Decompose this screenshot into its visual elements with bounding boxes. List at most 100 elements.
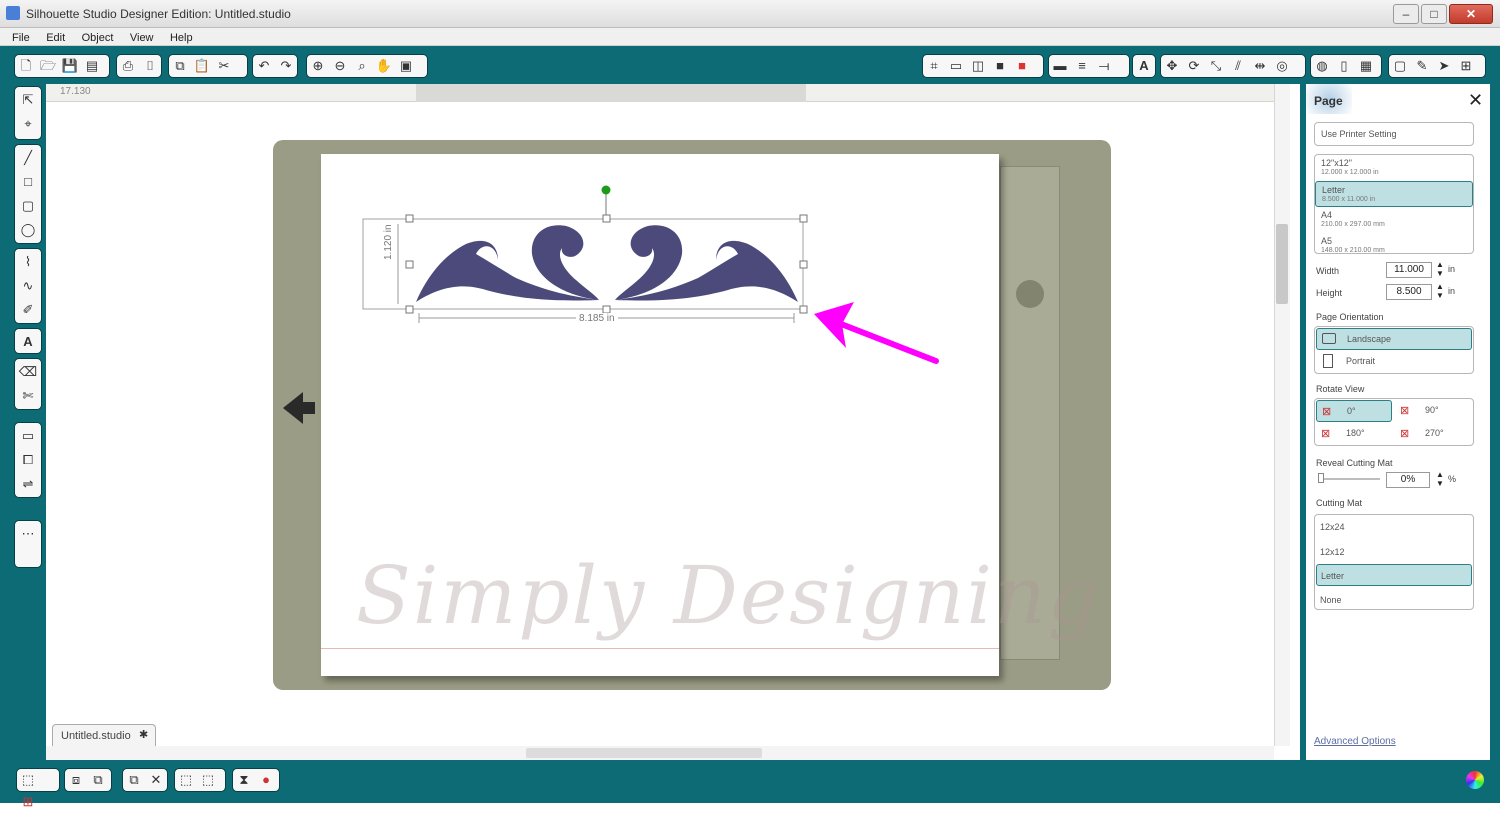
rotate-handle[interactable] [601,185,611,195]
minimize-button[interactable]: – [1393,4,1419,24]
text-tool-icon[interactable]: A [17,331,39,353]
resize-handle-l[interactable] [405,260,414,269]
release-compound-icon[interactable]: ⧉ [88,770,108,790]
page-panel-icon[interactable]: ▭ [17,425,39,447]
color-wheel-icon[interactable] [1466,771,1484,789]
scale-icon[interactable]: ⤡ [1206,56,1226,76]
panel-close-icon[interactable]: ✕ [1468,90,1483,111]
cut-send-icon[interactable]: ⌷ [140,56,160,76]
flourish-design[interactable] [416,225,798,302]
zoom-select-icon[interactable]: ⌕ [352,56,372,76]
cutting-mat-item[interactable]: 12x24 [1320,522,1345,532]
make-compound-icon[interactable]: ⧈ [66,770,86,790]
resize-handle-bl[interactable] [405,305,414,314]
width-input[interactable]: 11.000 [1386,262,1432,278]
pan-hand-icon[interactable]: ✋ [374,56,394,76]
page-setup-icon[interactable]: ▯ [1334,56,1354,76]
line-color-icon[interactable]: ▬ [1050,56,1070,76]
resize-handle-t[interactable] [602,214,611,223]
window-view-icon[interactable]: ◫ [968,56,988,76]
line-cap-icon[interactable]: ⟞ [1094,56,1114,76]
close-window-button[interactable]: ✕ [1449,4,1493,24]
polygon-tool-icon[interactable]: ⌇ [17,251,39,273]
menu-view[interactable]: View [130,29,154,47]
orientation-landscape-option[interactable]: Landscape [1316,328,1472,350]
copy-icon[interactable]: ⧉ [170,56,190,76]
fit-page-icon[interactable]: ▣ [396,56,416,76]
line-tool-icon[interactable]: ╱ [17,147,39,169]
advanced-options-link[interactable]: Advanced Options [1314,736,1396,747]
open-folder-icon[interactable]: 🗁 [38,56,58,76]
reveal-stepper-icon[interactable]: ▲ ▼ [1436,470,1444,488]
resize-handle-tr[interactable] [799,214,808,223]
undo-icon[interactable]: ↶ [254,56,274,76]
library-grid-icon[interactable]: ⊞ [1456,56,1476,76]
resize-handle-br[interactable] [799,305,808,314]
weld-icon[interactable]: ⧗ [234,770,254,790]
bring-forward-icon[interactable]: ⬚ [176,770,196,790]
resize-handle-r[interactable] [799,260,808,269]
resize-handle-b[interactable] [602,305,611,314]
knife-tool-icon[interactable]: ✄ [17,385,39,407]
orientation-portrait-option[interactable]: Portrait [1316,351,1472,373]
trace-icon[interactable]: ◍ [1312,56,1332,76]
design-store-icon[interactable]: ▢ [1390,56,1410,76]
reveal-mat-slider-thumb[interactable] [1318,473,1324,483]
paste-icon[interactable]: 📋 [192,56,212,76]
document-tab[interactable]: Untitled.studio ✱ [52,724,156,746]
fill-red-icon[interactable]: ■ [1012,56,1032,76]
cutting-mat-item[interactable]: None [1320,595,1342,605]
page-size-list[interactable]: 12"x12" 12.000 x 12.000 in Letter 8.500 … [1314,154,1474,254]
curve-tool-icon[interactable]: ∿ [17,275,39,297]
send-backward-icon[interactable]: ⬚ [198,770,218,790]
page-size-item[interactable]: A5 148.00 x 210.00 mm [1315,233,1473,254]
horizontal-scroll-thumb[interactable] [526,748,762,758]
rotate-icon[interactable]: ⟳ [1184,56,1204,76]
duplicate-icon[interactable]: ⧉ [124,770,144,790]
fill-black-icon[interactable]: ■ [990,56,1010,76]
shear-icon[interactable]: ⫽ [1228,56,1248,76]
reveal-mat-slider[interactable] [1320,478,1380,480]
ungroup-icon[interactable]: ⊞ [18,792,38,812]
rotate-90-option[interactable]: ⊠ 90° [1395,400,1471,422]
maximize-button[interactable]: □ [1421,4,1447,24]
canvas-area[interactable]: 17.130 Simply Designing 8.185 in 1.120 i… [46,84,1300,760]
reveal-mat-input[interactable]: 0% [1386,472,1430,488]
mirror-icon[interactable]: ⇹ [1250,56,1270,76]
new-document-icon[interactable]: 🗋 [16,56,36,76]
cutting-mat-item[interactable]: 12x12 [1320,547,1345,557]
menu-help[interactable]: Help [170,29,193,47]
grid-icon[interactable]: ⌗ [924,56,944,76]
menu-file[interactable]: File [12,29,30,47]
send-to-cutter-icon[interactable]: ➤ [1434,56,1454,76]
group-icon[interactable]: ⬚ [18,770,38,790]
menu-edit[interactable]: Edit [46,29,65,47]
width-stepper-icon[interactable]: ▲ ▼ [1436,260,1444,278]
printer-setting-select[interactable]: Use Printer Setting [1314,122,1474,146]
page-size-item[interactable]: A4 210.00 x 297.00 mm [1315,207,1473,233]
ellipse-tool-icon[interactable]: ◯ [17,219,39,241]
sketch-pen-icon[interactable]: ✎ [1412,56,1432,76]
cutting-mat-item-selected[interactable]: Letter [1316,564,1472,586]
delete-icon[interactable]: ✕ [146,770,166,790]
cut-settings-icon[interactable]: ▦ [1356,56,1376,76]
cut-panel-icon[interactable]: ⇌ [17,473,39,495]
more-tools-icon[interactable]: ⋯ [17,523,39,545]
registration-panel-icon[interactable]: ⧠ [17,449,39,471]
rotate-0-option[interactable]: ⊠ 0° [1316,400,1392,422]
select-arrow-icon[interactable]: ⇱ [17,89,39,111]
eraser-tool-icon[interactable]: ⌫ [17,361,39,383]
freehand-tool-icon[interactable]: ✐ [17,299,39,321]
line-style-icon[interactable]: ≡ [1072,56,1092,76]
rotate-180-option[interactable]: ⊠ 180° [1316,423,1392,445]
scissors-icon[interactable]: ✂ [214,56,234,76]
cutting-mat-list[interactable]: 12x24 12x12 Letter None [1314,514,1474,610]
height-stepper-icon[interactable]: ▲ ▼ [1436,282,1444,300]
redo-icon[interactable]: ↷ [276,56,296,76]
edit-points-icon[interactable]: ⌖ [17,113,39,135]
page-size-item-selected[interactable]: Letter 8.500 x 11.000 in [1315,181,1473,207]
no-weld-icon[interactable]: ● [256,770,276,790]
menu-object[interactable]: Object [82,29,114,47]
vertical-scrollbar[interactable] [1274,84,1290,746]
offset-icon[interactable]: ◎ [1272,56,1292,76]
